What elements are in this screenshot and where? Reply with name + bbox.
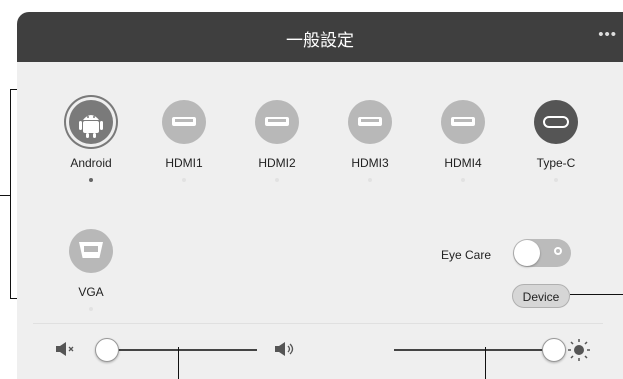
inactive-indicator (368, 178, 372, 182)
settings-panel: 一般設定 ••• Android HDMI1 HDMI2 HDMI3 HDMI4… (17, 12, 623, 379)
volume-slider[interactable] (95, 335, 259, 365)
eye-care-label: Eye Care (441, 248, 492, 262)
callout-line (0, 195, 10, 196)
device-button[interactable]: Device (512, 284, 570, 308)
source-label: HDMI3 (351, 156, 389, 170)
source-vga[interactable]: VGA (51, 229, 131, 311)
source-typec[interactable]: Type-C (516, 100, 596, 182)
inactive-indicator (275, 178, 279, 182)
source-hdmi1[interactable]: HDMI1 (144, 100, 224, 182)
active-indicator (89, 178, 93, 182)
moon-icon[interactable] (353, 340, 369, 363)
source-label: Type-C (536, 156, 576, 170)
volume-mute-icon[interactable] (55, 341, 77, 362)
source-label: Android (70, 156, 112, 170)
source-hdmi4[interactable]: HDMI4 (423, 100, 503, 182)
source-hdmi2[interactable]: HDMI2 (237, 100, 317, 182)
inactive-indicator (554, 178, 558, 182)
inactive-indicator (182, 178, 186, 182)
source-android[interactable]: Android (51, 100, 131, 182)
ellipsis-icon[interactable]: ••• (598, 26, 617, 43)
volume-up-icon[interactable] (274, 341, 298, 362)
eye-care-toggle[interactable] (513, 239, 571, 267)
callout-line (485, 347, 486, 379)
source-label: VGA (78, 285, 104, 299)
hdmi-icon (348, 100, 392, 144)
hdmi-icon (162, 100, 206, 144)
vga-icon (69, 229, 113, 273)
callout-line (570, 294, 623, 295)
source-label: HDMI1 (165, 156, 203, 170)
hdmi-icon (441, 100, 485, 144)
source-hdmi3[interactable]: HDMI3 (330, 100, 410, 182)
brightness-thumb[interactable] (542, 338, 566, 362)
inactive-indicator (461, 178, 465, 182)
android-icon (69, 100, 113, 144)
window-title: 一般設定 (286, 31, 354, 50)
source-label: HDMI2 (258, 156, 296, 170)
source-label: HDMI4 (444, 156, 482, 170)
typec-icon (534, 100, 578, 144)
toggle-knob (514, 240, 540, 266)
title-bar: 一般設定 ••• (17, 12, 623, 62)
volume-thumb[interactable] (95, 338, 119, 362)
hdmi-icon (255, 100, 299, 144)
brightness-slider[interactable] (394, 335, 568, 365)
inactive-indicator (89, 307, 93, 311)
divider (33, 323, 603, 324)
callout-line (10, 89, 11, 299)
sun-icon[interactable] (567, 338, 591, 367)
toggle-off-icon (554, 247, 562, 255)
callout-line (178, 347, 179, 379)
